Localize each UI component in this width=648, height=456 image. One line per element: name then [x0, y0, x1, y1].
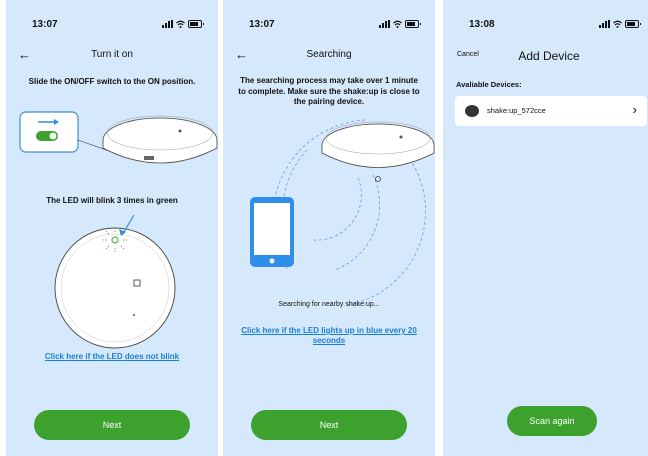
scan-again-button[interactable]: Scan again: [507, 406, 597, 436]
searching-illustration: [250, 119, 435, 306]
available-devices-label: Avaliable Devices:: [456, 80, 522, 89]
blue-led-help-link[interactable]: Click here if the LED lights up in blue …: [237, 326, 421, 346]
battery-icon: [625, 20, 641, 28]
led-instruction: The LED will blink 3 times in green: [46, 196, 178, 205]
phone-icon: [250, 197, 294, 267]
signal-icon: [599, 20, 610, 28]
led-help-link[interactable]: Click here if the LED does not blink: [14, 352, 210, 362]
screen-searching: 13:07 ← Searching The searching process …: [223, 0, 435, 456]
chevron-right-icon: ›: [632, 102, 637, 117]
device-name: shake:up_572cce: [487, 106, 546, 115]
cancel-button[interactable]: Cancel: [457, 51, 479, 58]
status-bar: 13:08: [443, 19, 648, 33]
device-icon: [465, 105, 479, 117]
next-button[interactable]: Next: [34, 410, 190, 440]
screen-add-device: 13:08 Cancel Add Device Avaliable Device…: [443, 0, 648, 456]
device-list-item[interactable]: shake:up_572cce ›: [455, 96, 647, 126]
status-time: 13:08: [469, 19, 495, 30]
screen-turn-it-on: 13:07 ← Turn it on Slide the ON/OFF swit…: [6, 0, 218, 456]
searching-status: Searching for nearby shake:up...: [278, 301, 380, 308]
next-button[interactable]: Next: [251, 410, 407, 440]
wifi-icon: [613, 20, 622, 28]
device-illustration: [19, 111, 218, 349]
page-title: Add Device: [518, 49, 580, 63]
